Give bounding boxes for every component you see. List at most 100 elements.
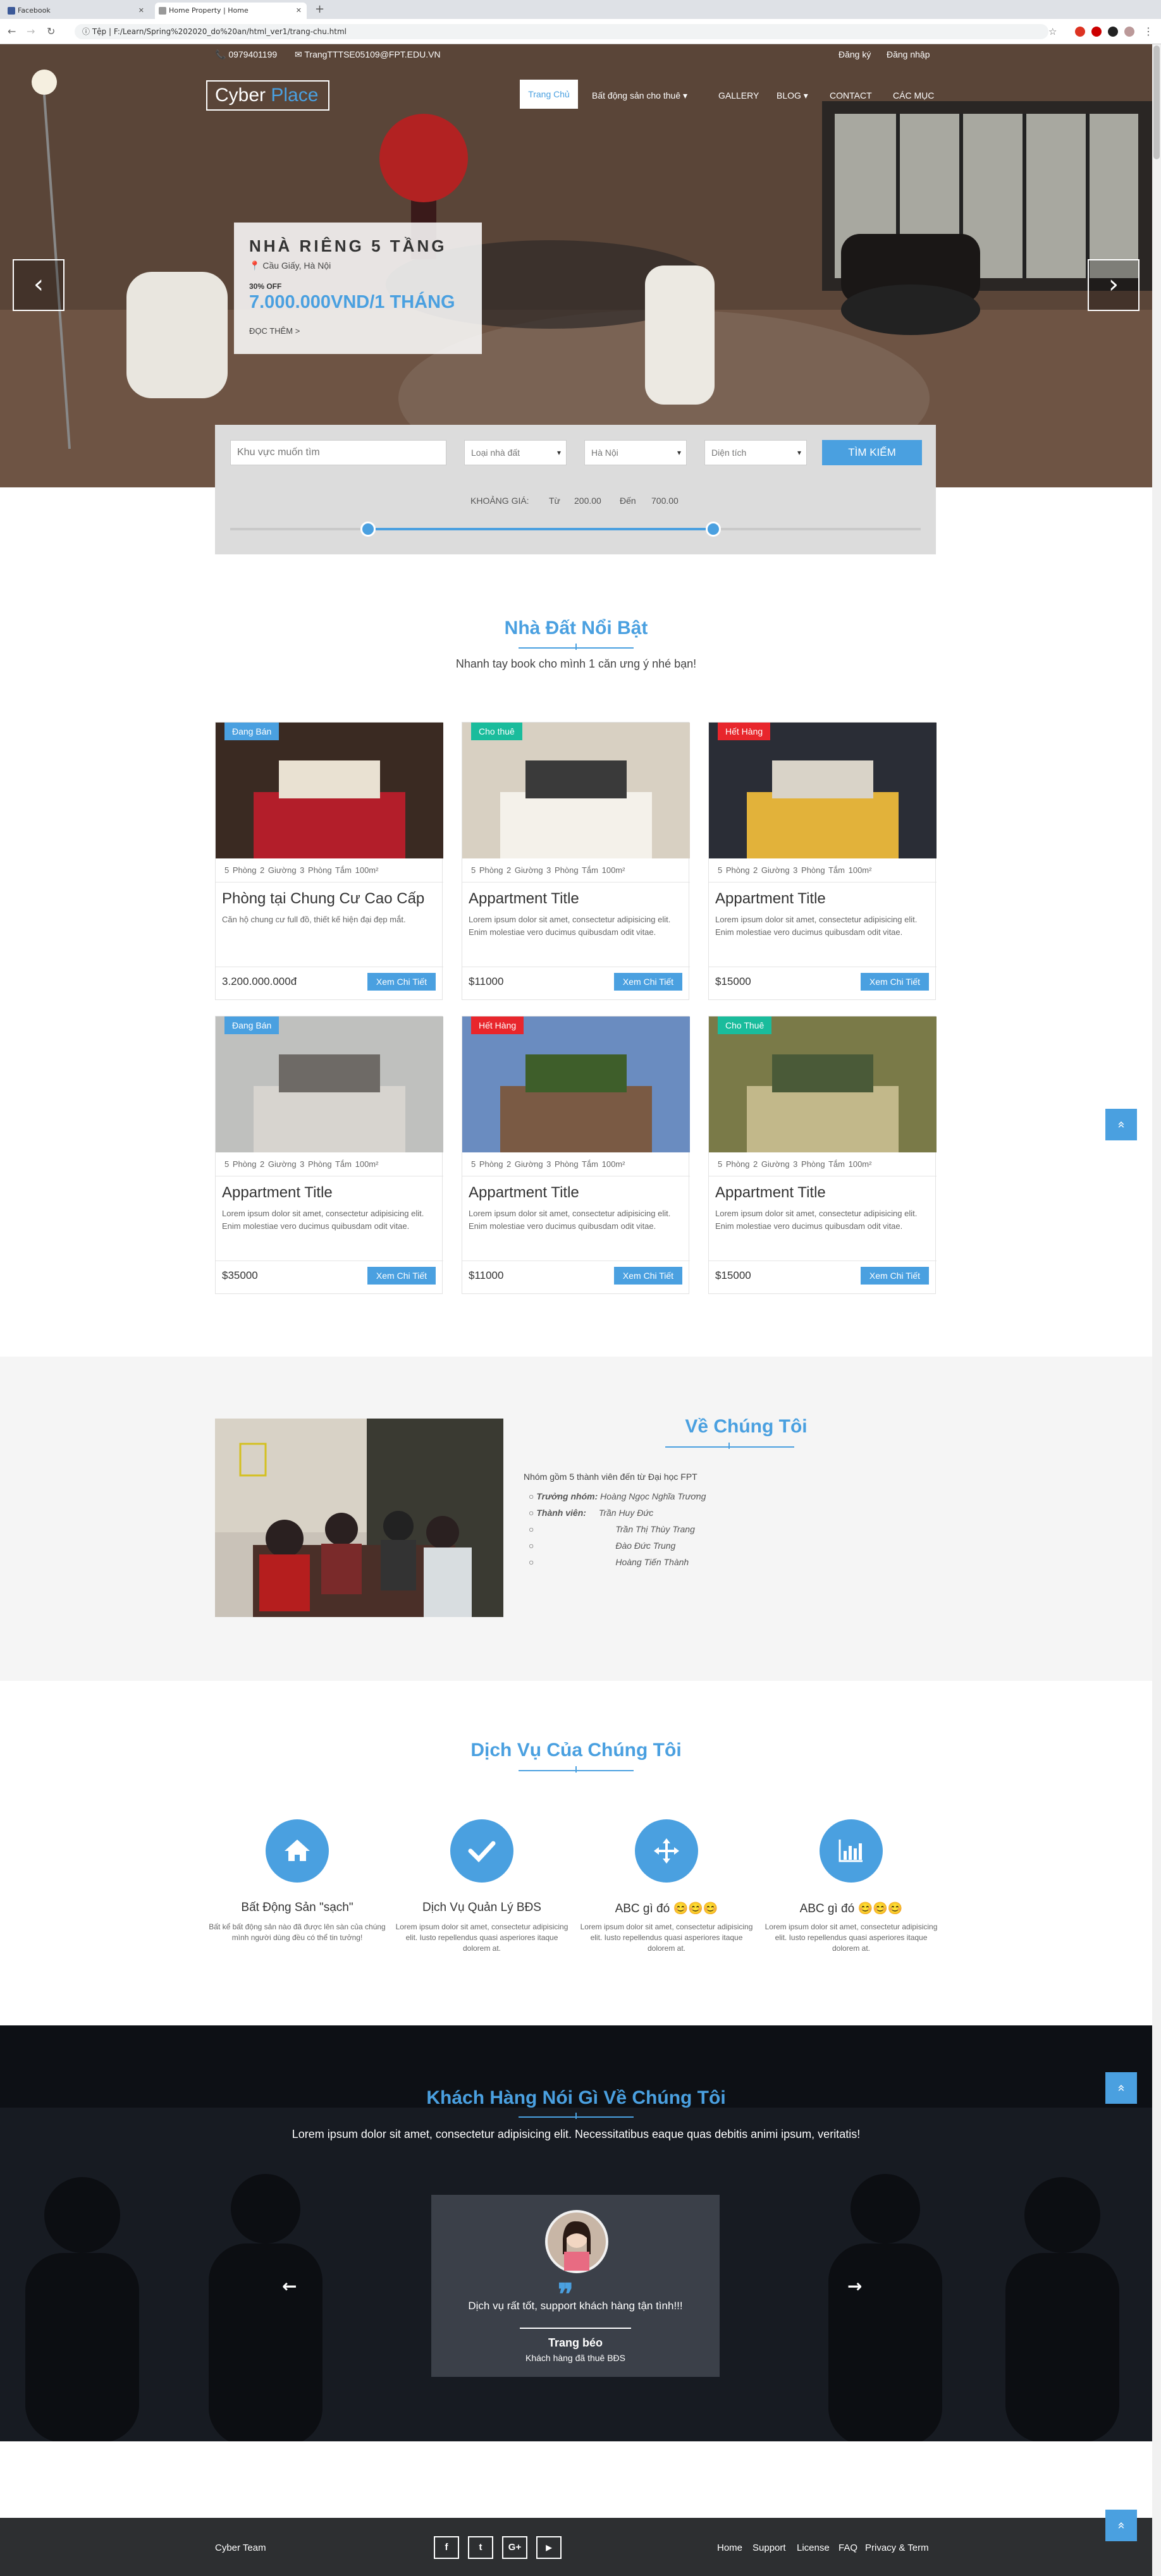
email-text: TrangTTTSE05109@FPT.EDU.VN (304, 49, 441, 59)
property-image[interactable] (462, 1016, 690, 1152)
back-to-top-button[interactable]: » (1105, 2510, 1137, 2541)
nav-home[interactable]: Trang Chủ (520, 80, 578, 109)
area-size-select[interactable]: Diện tích (704, 440, 807, 465)
service-desc: Lorem ipsum dolor sit amet, consectetur … (765, 1922, 938, 1953)
city-select[interactable]: Hà Nội (584, 440, 687, 465)
price-slider-track[interactable] (230, 522, 921, 537)
team-member-row: ○ Thành viên: Trần Huy Đức (529, 1508, 654, 1518)
tab-facebook[interactable]: Facebook ✕ (4, 3, 149, 19)
property-card[interactable]: Cho Thuê 5 Phòng 2 Giường 3 Phòng Tắm 100… (708, 1016, 937, 1294)
property-image[interactable] (216, 723, 443, 858)
view-details-button[interactable]: Xem Chi Tiết (614, 973, 682, 991)
nav-contact[interactable]: CONTACT (830, 90, 872, 101)
property-type-select[interactable]: Loại nhà đất (464, 440, 567, 465)
footer-link-privacy[interactable]: Privacy & Term (865, 2542, 929, 2553)
youtube-icon[interactable]: ▶ (536, 2536, 562, 2559)
hero-next-button[interactable]: › (1088, 259, 1140, 311)
close-icon[interactable]: ✕ (138, 3, 144, 19)
page-scrollbar[interactable] (1152, 44, 1161, 2576)
hero-location: 📍 Cầu Giấy, Hà Nội (249, 260, 331, 271)
property-title[interactable]: Appartment Title (469, 890, 579, 908)
property-image[interactable] (462, 723, 690, 858)
property-title[interactable]: Appartment Title (222, 1184, 333, 1202)
view-details-button[interactable]: Xem Chi Tiết (861, 1267, 929, 1285)
status-badge: Đang Bán (224, 723, 280, 740)
facebook-icon[interactable]: f (434, 2536, 459, 2559)
page-icon (159, 7, 166, 15)
login-link[interactable]: Đăng nhập (887, 49, 930, 59)
back-to-top-button[interactable]: » (1105, 1109, 1137, 1140)
nav-sections[interactable]: CÁC MỤC (893, 90, 934, 101)
testimonial-prev-button[interactable]: ← (282, 2276, 297, 2297)
price-slider-min-handle[interactable] (360, 522, 376, 537)
nav-blog[interactable]: BLOG ▾ (777, 90, 808, 101)
logo[interactable]: Cyber Place (206, 80, 329, 111)
property-image[interactable] (709, 723, 937, 858)
property-title[interactable]: Appartment Title (715, 890, 826, 908)
property-image[interactable] (216, 1016, 443, 1152)
scrollbar-thumb[interactable] (1153, 46, 1160, 159)
service-desc: Lorem ipsum dolor sit amet, consectetur … (580, 1922, 753, 1953)
url-text: F:/Learn/Spring%202020_do%20an/html_ver1… (113, 27, 347, 36)
testimonial-next-button[interactable]: → (847, 2276, 862, 2297)
property-description: Lorem ipsum dolor sit amet, consectetur … (715, 1209, 918, 1231)
property-card[interactable]: Hết Hàng 5 Phòng 2 Giường 3 Phòng Tắm 100… (708, 722, 937, 1000)
property-title[interactable]: Appartment Title (469, 1184, 579, 1202)
status-badge: Hết Hàng (718, 723, 771, 740)
back-icon[interactable]: ← (8, 25, 16, 37)
extension-icon[interactable] (1091, 27, 1102, 37)
read-more-link[interactable]: ĐỌC THÊM > (249, 326, 300, 336)
search-button[interactable]: TÌM KIẾM (822, 440, 922, 465)
property-description: Căn hộ chung cư full đồ, thiết kế hiện đ… (222, 915, 406, 924)
forward-icon[interactable]: → (27, 25, 35, 37)
view-details-button[interactable]: Xem Chi Tiết (861, 973, 929, 991)
star-icon[interactable]: ☆ (1048, 26, 1057, 37)
twitter-icon[interactable]: t (468, 2536, 493, 2559)
customer-name: Trang béo (548, 2336, 603, 2349)
move-icon (635, 1819, 698, 1883)
hero-discount: 30% OFF (249, 282, 282, 291)
address-input[interactable]: ⓘ Tệp | F:/Learn/Spring%202020_do%20an/h… (75, 24, 1048, 39)
nav-rental[interactable]: Bất động sản cho thuê ▾ (592, 90, 687, 101)
extension-icon[interactable] (1075, 27, 1085, 37)
view-details-button[interactable]: Xem Chi Tiết (367, 1267, 436, 1285)
view-details-button[interactable]: Xem Chi Tiết (614, 1267, 682, 1285)
service-title: ABC gì đó 😊😊😊 (799, 1902, 903, 1915)
hero-prev-button[interactable]: ‹ (13, 259, 64, 311)
footer-link-support[interactable]: Support (752, 2542, 786, 2553)
testimonial-card: ❞ Dịch vụ rất tốt, support khách hàng tậ… (431, 2195, 720, 2377)
hero-title: NHÀ RIÊNG 5 TẦNG (249, 236, 447, 255)
property-price: $11000 (469, 975, 504, 987)
title-underline-mark (575, 1766, 577, 1773)
property-title[interactable]: Phòng tại Chung Cư Cao Cấp (222, 890, 424, 908)
tab-home-property[interactable]: Home Property | Home ✕ (155, 3, 307, 19)
property-card[interactable]: Đang Bán 5 Phòng 2 Giường 3 Phòng Tắm 100… (215, 1016, 443, 1294)
property-specs: 5 Phòng 2 Giường 3 Phòng Tắm 100m² (224, 1159, 379, 1169)
home-icon (266, 1819, 329, 1883)
new-tab-button[interactable]: + (315, 3, 324, 16)
testimonials-section: Khách Hàng Nói Gì Về Chúng Tôi Lorem ips… (0, 2025, 1152, 2441)
property-image[interactable] (709, 1016, 937, 1152)
close-icon[interactable]: ✕ (296, 3, 302, 19)
nav-gallery[interactable]: GALLERY (718, 90, 759, 101)
back-to-top-button[interactable]: » (1105, 2072, 1137, 2104)
footer-link-license[interactable]: License (797, 2542, 830, 2553)
footer-link-home[interactable]: Home (717, 2542, 742, 2553)
extension-icon[interactable] (1108, 27, 1118, 37)
price-slider-max-handle[interactable] (706, 522, 722, 537)
customer-role: Khách hàng đã thuê BĐS (525, 2353, 625, 2363)
area-search-input[interactable] (230, 440, 446, 465)
property-title[interactable]: Appartment Title (715, 1184, 826, 1202)
check-icon (450, 1819, 513, 1883)
view-details-button[interactable]: Xem Chi Tiết (367, 973, 436, 991)
reload-icon[interactable]: ↻ (47, 25, 55, 37)
google-plus-icon[interactable]: G+ (502, 2536, 527, 2559)
property-card[interactable]: Hết Hàng 5 Phòng 2 Giường 3 Phòng Tắm 100… (462, 1016, 690, 1294)
location-text: Cầu Giấy, Hà Nội (262, 260, 331, 271)
footer-link-faq[interactable]: FAQ (838, 2542, 857, 2553)
property-card[interactable]: Cho thuê 5 Phòng 2 Giường 3 Phòng Tắm 100… (462, 722, 690, 1000)
profile-avatar[interactable] (1124, 27, 1134, 37)
menu-icon[interactable]: ⋮ (1143, 25, 1153, 37)
register-link[interactable]: Đăng ký (838, 49, 871, 59)
property-card[interactable]: Đang Bán 5 Phòng 2 Giường 3 Phòng Tắm 100… (215, 722, 443, 1000)
